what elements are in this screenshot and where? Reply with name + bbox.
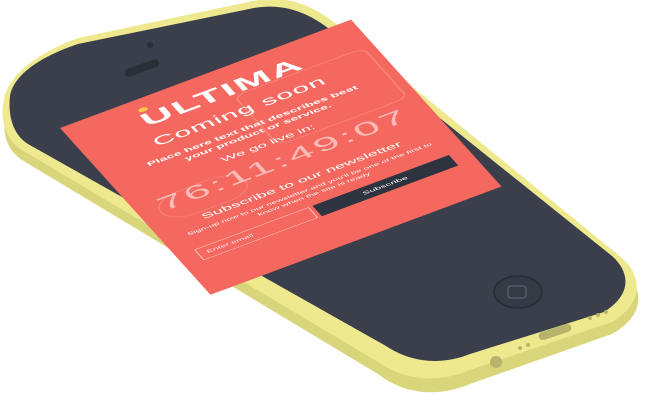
front-camera — [147, 42, 153, 48]
speaker-hole — [596, 313, 600, 317]
speaker-hole — [518, 346, 522, 350]
speaker-hole — [588, 316, 592, 320]
speaker-hole — [604, 310, 608, 314]
home-button[interactable] — [493, 275, 543, 309]
speaker-hole — [526, 343, 530, 347]
headphone-jack — [490, 356, 502, 368]
